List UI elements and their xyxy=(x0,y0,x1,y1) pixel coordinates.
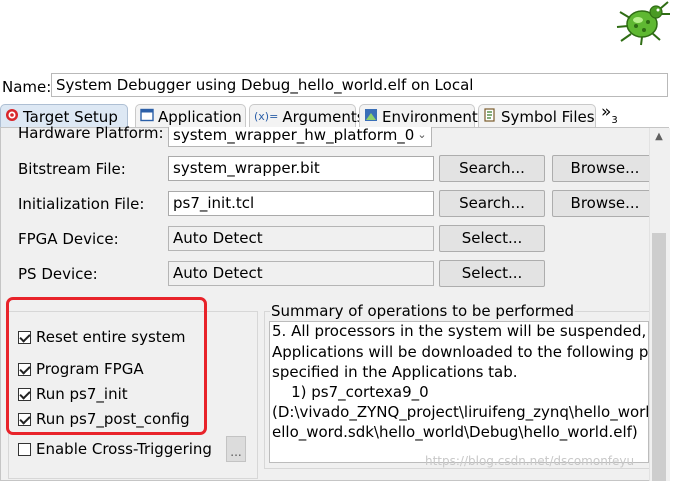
name-label: Name: xyxy=(2,78,52,96)
summary-line: ello_word.sdk\hello_world\Debug\hello_wo… xyxy=(272,423,638,441)
tab-environment[interactable]: Environment xyxy=(359,104,478,129)
hardware-platform-select[interactable]: system_wrapper_hw_platform_0 xyxy=(168,127,432,147)
chevron-double-icon: » xyxy=(601,102,612,122)
tab-label: Symbol Files xyxy=(501,107,595,126)
ps-device-select-button[interactable]: Select... xyxy=(439,260,545,287)
ps-device-field: Auto Detect xyxy=(168,261,434,286)
highlight-annotation xyxy=(6,297,207,435)
init-file-search-button[interactable]: Search... xyxy=(439,190,545,217)
name-input[interactable]: System Debugger using Debug_hello_world.… xyxy=(51,73,668,97)
tabs-overflow-count: 3 xyxy=(611,115,618,126)
fpga-device-select-button[interactable]: Select... xyxy=(439,225,545,252)
summary-line: Applications will be downloaded to the f… xyxy=(272,343,649,361)
symbol-files-icon xyxy=(483,105,497,129)
summary-line: (D:\vivado_ZYNQ_project\liruifeng_zynq\h… xyxy=(272,403,649,421)
checkbox-label: Enable Cross-Triggering xyxy=(36,440,212,458)
summary-text-area[interactable]: 5. All processors in the system will be … xyxy=(269,321,649,463)
summary-line: specified in the Applications tab. xyxy=(272,363,518,381)
arguments-icon: (x)= xyxy=(254,109,279,123)
ps-device-label: PS Device: xyxy=(18,265,98,283)
tabs-overflow-button[interactable]: »3 xyxy=(601,102,618,126)
init-file-input[interactable]: ps7_init.tcl xyxy=(168,191,434,216)
init-file-browse-button[interactable]: Browse... xyxy=(552,190,658,217)
fpga-device-label: FPGA Device: xyxy=(18,230,119,248)
scroll-up-icon[interactable]: ▲ xyxy=(652,131,666,143)
tab-symbol-files[interactable]: Symbol Files xyxy=(478,104,596,128)
watermark: https://blog.csdn.net/dscomonfeyu xyxy=(425,454,635,468)
bitstream-search-button[interactable]: Search... xyxy=(439,155,545,182)
summary-title: Summary of operations to be performed xyxy=(270,302,576,320)
summary-line: 5. All processors in the system will be … xyxy=(272,322,649,340)
bug-icon xyxy=(612,0,674,46)
fpga-device-field: Auto Detect xyxy=(168,226,434,251)
target-icon xyxy=(5,105,19,129)
tab-label: Application xyxy=(158,107,242,126)
environment-icon xyxy=(364,105,378,129)
bitstream-label: Bitstream File: xyxy=(18,160,126,178)
bitstream-browse-button[interactable]: Browse... xyxy=(552,155,658,182)
checkbox-icon xyxy=(18,442,31,456)
enable-cross-triggering-checkbox[interactable]: Enable Cross-Triggering xyxy=(18,440,212,458)
hardware-platform-label: Hardware Platform: xyxy=(18,124,164,142)
chevron-down-icon[interactable]: ⌄ xyxy=(414,127,430,145)
summary-line: 1) ps7_cortexa9_0 xyxy=(272,383,429,401)
bitstream-input[interactable]: system_wrapper.bit xyxy=(168,156,434,181)
cross-triggering-settings-button[interactable]: ... xyxy=(226,436,246,462)
tab-label: Arguments xyxy=(282,107,365,126)
init-file-label: Initialization File: xyxy=(18,195,145,213)
tab-arguments[interactable]: (x)= Arguments xyxy=(249,104,365,128)
scrollbar-thumb[interactable] xyxy=(652,233,666,481)
tab-label: Environment xyxy=(382,107,478,126)
